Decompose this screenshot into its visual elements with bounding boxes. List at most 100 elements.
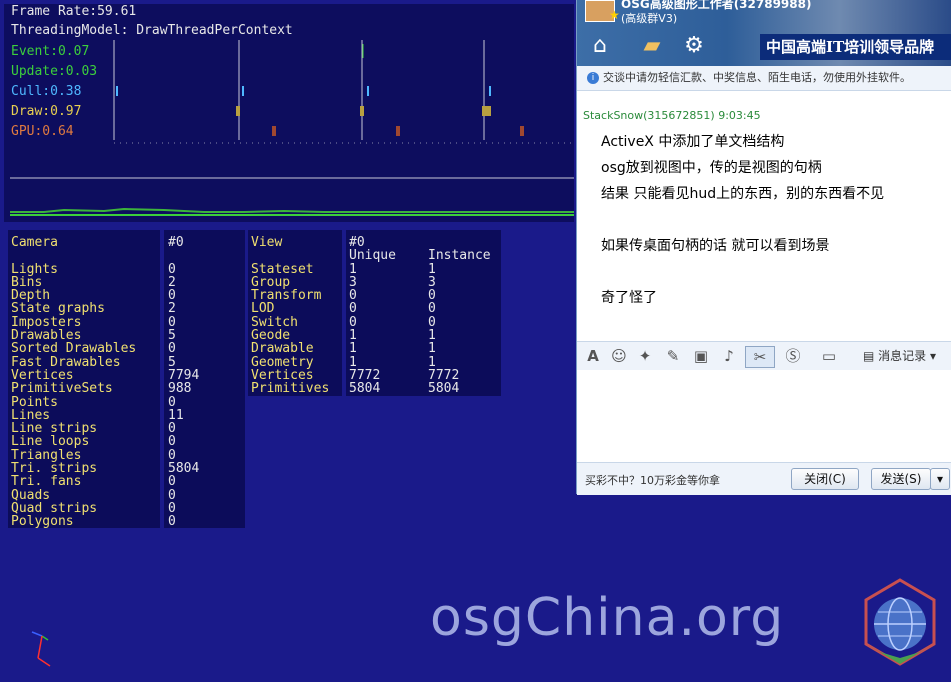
stat-cell: LOD — [251, 301, 275, 317]
chat-footer: 买彩不中？10万彩金等你拿 关闭(C) 发送(S) ▾ — [577, 462, 951, 495]
message-line: 如果传桌面句柄的话 就可以看到场景 — [601, 238, 830, 254]
stat-cell: Unique — [349, 248, 396, 264]
view-stat-unique: #0 Unique 1 3 0 0 0 1 1 1 7772 5804 — [349, 236, 396, 396]
stat-cell: Instance — [428, 248, 491, 264]
message-area[interactable]: StackSnow(315672851) 9:03:45 ActiveX 中添加… — [577, 91, 951, 339]
view-stat-instance: Instance 1 3 0 0 0 1 1 1 7772 5804 — [428, 236, 491, 396]
stat-cell: 0 — [168, 261, 176, 277]
stat-cell: 5804 — [428, 381, 460, 397]
stat-cell: Transform — [251, 288, 322, 304]
info-icon: i — [587, 72, 599, 84]
globe-logo-icon — [864, 578, 936, 666]
stat-cell: Sorted Drawables — [11, 341, 137, 357]
message-line: 结果 只能看见hud上的东西，别的东西看不见 — [601, 186, 885, 202]
stat-cell: Switch — [251, 314, 298, 330]
gpu-timer: GPU:0.64 — [11, 124, 74, 139]
viewer-scrollbar[interactable] — [941, 494, 951, 682]
frame-rate-text: Frame Rate:59.61 — [11, 4, 137, 19]
promo-link[interactable]: 买彩不中？10万彩金等你拿 — [585, 472, 720, 488]
stat-cell: 0 — [168, 434, 176, 450]
stat-cell: 0 — [349, 301, 357, 317]
stat-cell: 0 — [168, 394, 176, 410]
stat-cell: Primitives — [251, 381, 330, 397]
camera-stat-values: #0 0 2 0 2 0 5 0 5 7794 988 0 11 0 0 0 5804 0 0 0 0 — [168, 236, 199, 529]
event-timer: Event:0.07 — [11, 44, 90, 59]
notice-text: 交谈中请勿轻信汇款、中奖信息、陌生电话，勿使用外挂软件。 — [603, 71, 911, 84]
screen-icon[interactable]: ▭ — [819, 346, 839, 366]
folder-icon[interactable]: ▰ — [639, 32, 665, 58]
stat-cell: Drawable — [251, 341, 314, 357]
stat-cell: Quad strips — [11, 500, 98, 516]
stat-cell: 7794 — [168, 367, 200, 383]
stat-cell: Geometry — [251, 354, 314, 370]
stat-cell: Tri. fans — [11, 474, 82, 490]
stat-cell: 3 — [349, 274, 357, 290]
message-input[interactable] — [577, 370, 951, 462]
stat-cell: Bins — [11, 274, 43, 290]
stat-cell: State graphs — [11, 301, 105, 317]
stat-cell: 0 — [168, 500, 176, 516]
stat-cell: 5804 — [168, 461, 200, 477]
stat-cell: 0 — [349, 314, 357, 330]
stat-cell: 0 — [428, 314, 436, 330]
stat-cell: 7772 — [349, 367, 381, 383]
s-coin-icon[interactable]: Ⓢ — [783, 346, 803, 366]
home-icon[interactable]: ⌂ — [587, 32, 613, 58]
view-stats-panel: View Stateset Group Transform LOD Switch Geode… — [248, 230, 501, 396]
stat-cell: 1 — [349, 341, 357, 357]
threading-model-text: ThreadingModel: DrawThreadPerContext — [11, 23, 293, 38]
input-toolbar: A ☺ ✦ ✎ ▣ ♪ ✂ Ⓢ ▭ ▤ 消息记录 ▾ — [577, 341, 951, 371]
music-icon[interactable]: ♪ — [719, 346, 739, 366]
chevron-down-icon: ▾ — [930, 349, 937, 363]
stat-cell: 0 — [349, 288, 357, 304]
stat-cell: 0 — [168, 314, 176, 330]
message-line: ActiveX 中添加了单文档结构 — [601, 134, 785, 150]
close-button[interactable]: 关闭(C) — [791, 468, 859, 490]
cull-timer: Cull:0.38 — [11, 84, 82, 99]
stat-cell: 0 — [168, 487, 176, 503]
message-line: osg放到视图中，传的是视图的句柄 — [601, 160, 822, 176]
stat-cell: 5 — [168, 354, 176, 370]
stat-cell: 7772 — [428, 367, 460, 383]
stat-cell — [168, 249, 199, 262]
stat-cell: 0 — [168, 341, 176, 357]
stat-cell: Fast Drawables — [11, 354, 121, 370]
stat-cell: 0 — [428, 301, 436, 317]
stat-cell: 5804 — [349, 381, 381, 397]
stat-cell: 3 — [428, 274, 436, 290]
gear-icon[interactable]: ⚙ — [681, 32, 707, 58]
chat-window[interactable]: ★ OSG高级图形工作者(32789988) (高级群V3) ⌂ ▰ ⚙ 中国高… — [576, 0, 951, 495]
stat-cell: #0 — [168, 235, 184, 250]
magic-icon[interactable]: ✦ — [635, 346, 655, 366]
edit-icon[interactable]: ✎ — [663, 346, 683, 366]
axes-gizmo-icon — [31, 631, 51, 667]
security-notice: i 交谈中请勿轻信汇款、中奖信息、陌生电话，勿使用外挂软件。 — [577, 66, 951, 91]
smiley-icon[interactable]: ☺ — [609, 346, 629, 366]
send-options-chevron-icon[interactable]: ▾ — [930, 468, 950, 490]
stat-cell: Quads — [11, 487, 51, 503]
scissors-icon[interactable]: ✂ — [745, 346, 775, 368]
stat-cell: Line strips — [11, 421, 98, 437]
stat-cell — [251, 249, 329, 262]
stat-cell: Camera — [11, 235, 58, 250]
history-label: 消息记录 — [878, 349, 927, 363]
send-button[interactable]: 发送(S) — [871, 468, 931, 490]
update-timer: Update:0.03 — [11, 64, 98, 79]
stat-cell: 988 — [168, 381, 192, 397]
stat-cell: 2 — [168, 301, 176, 317]
line-graph-plot — [10, 177, 574, 216]
chat-header: ★ OSG高级图形工作者(32789988) (高级群V3) ⌂ ▰ ⚙ 中国高… — [577, 0, 951, 66]
ad-banner[interactable]: 中国高端IT培训领导品牌 — [760, 34, 951, 60]
stat-cell: 0 — [168, 288, 176, 304]
stat-cell: 1 — [349, 328, 357, 344]
stat-cell: Group — [251, 274, 291, 290]
stat-cell: Tri. strips — [11, 461, 98, 477]
font-icon[interactable]: A — [583, 346, 603, 366]
message-history-button[interactable]: ▤ 消息记录 ▾ — [863, 346, 936, 366]
stat-cell — [11, 249, 136, 262]
stat-cell: 0 — [168, 474, 176, 490]
stat-cell: Lines — [11, 407, 51, 423]
stat-cell: 0 — [168, 421, 176, 437]
stat-cell: Line loops — [11, 434, 90, 450]
image-icon[interactable]: ▣ — [691, 346, 711, 366]
